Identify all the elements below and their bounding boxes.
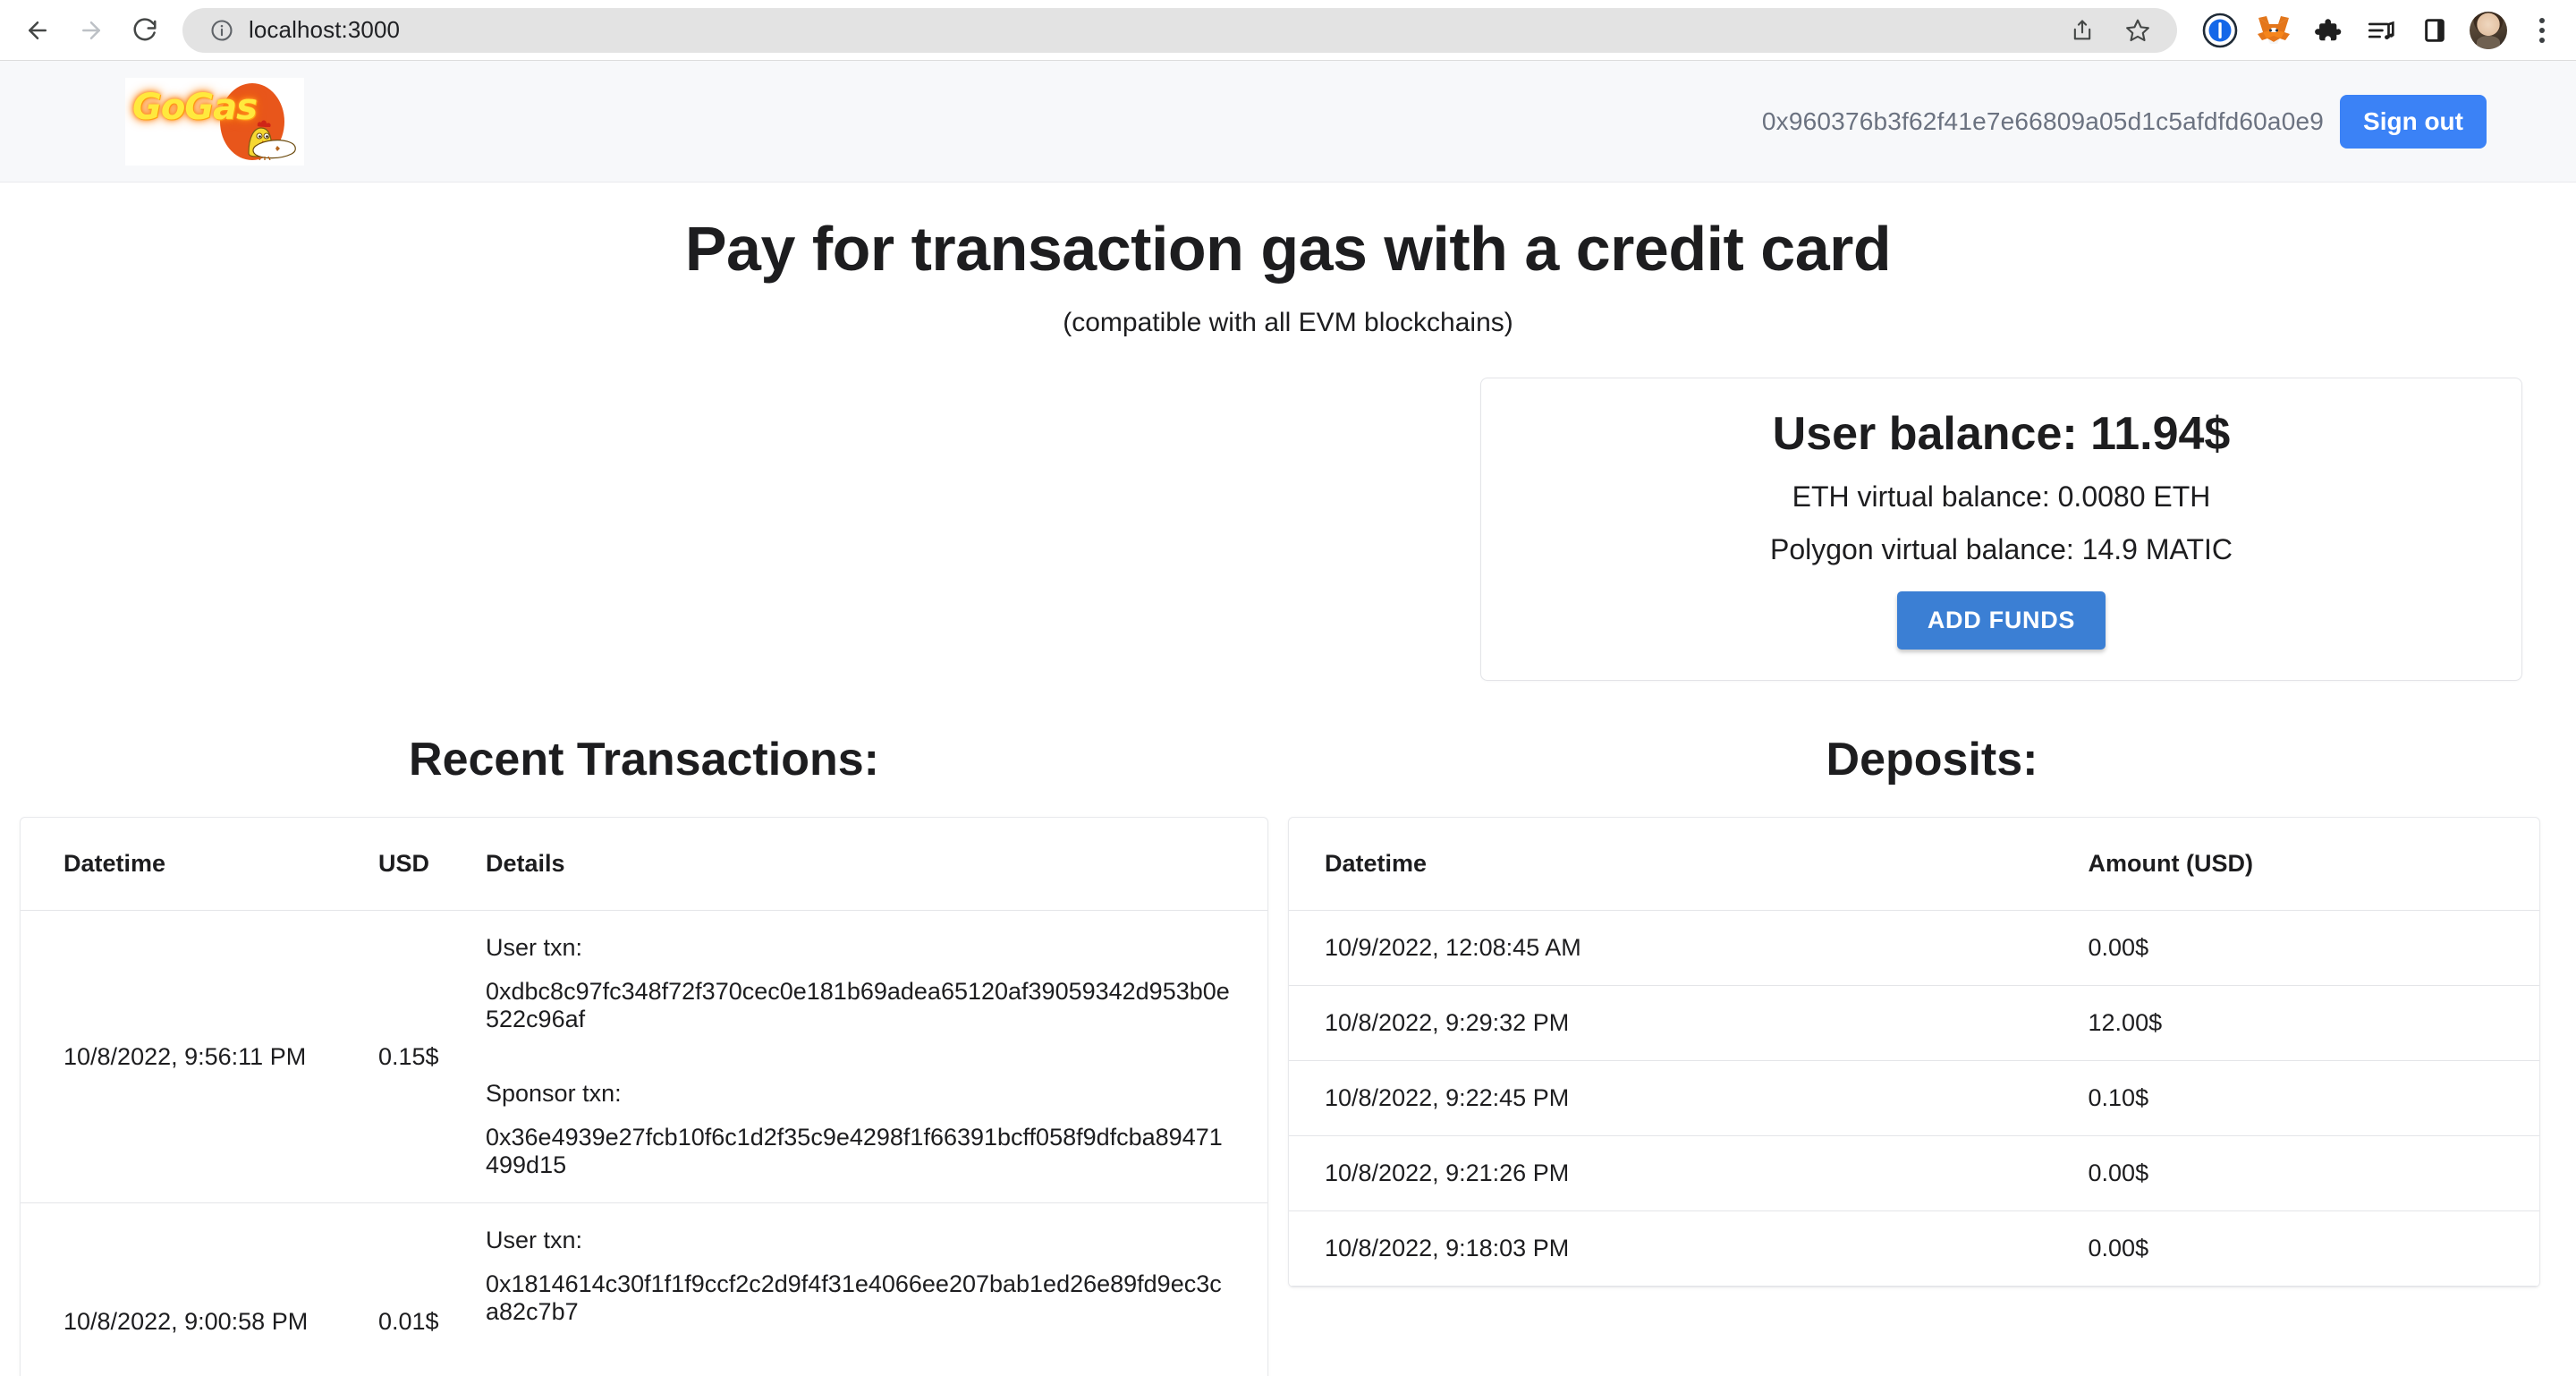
deposits-column: Deposits: Datetime Amount (USD) 10/9/202… — [1288, 733, 2576, 1376]
transactions-col-datetime: Datetime — [21, 818, 378, 911]
sponsor-txn-hash: 0x36e4939e27fcb10f6c1d2f35c9e4298f1f6639… — [486, 1124, 1223, 1178]
omnibox-actions — [2063, 11, 2163, 50]
transaction-usd: 0.01$ — [378, 1202, 486, 1376]
transaction-datetime: 10/8/2022, 9:00:58 PM — [21, 1202, 378, 1376]
transactions-title: Recent Transactions: — [409, 734, 879, 786]
back-button[interactable] — [13, 5, 63, 55]
deposits-title: Deposits: — [1826, 734, 2038, 786]
deposit-amount: 12.00$ — [2088, 985, 2539, 1061]
sponsor-txn-label: Sponsor txn: — [486, 1372, 1232, 1376]
reload-icon — [133, 17, 157, 40]
user-txn-label: User txn: — [486, 1227, 583, 1253]
deposit-amount: 0.10$ — [2088, 1060, 2539, 1136]
deposits-table-card: Datetime Amount (USD) 10/9/2022, 12:08:4… — [1288, 817, 2540, 1287]
sponsor-txn-block: Sponsor txn: 0x36e4939e27fcb10f6c1d2f35c… — [486, 1080, 1232, 1179]
page-title: Pay for transaction gas with a credit ca… — [684, 214, 1892, 284]
add-funds-button[interactable]: ADD FUNDS — [1896, 591, 2106, 650]
extension-icons — [2182, 9, 2563, 52]
transaction-usd: 0.15$ — [378, 910, 486, 1203]
gogas-logo[interactable]: GoGas — [125, 77, 304, 166]
extensions-puzzle-icon[interactable] — [2306, 9, 2349, 52]
transactions-table-card: Datetime USD Details 10/8/2022, 9:56:11 … — [20, 817, 1268, 1376]
user-balance-text: User balance: 11.94$ — [1772, 408, 2231, 460]
page-content: GoGas 0x960376b3f62f41e7e66809a05d1c5afd… — [0, 61, 2576, 1376]
logo-text: GoGas — [132, 86, 258, 128]
transactions-col-details: Details — [486, 818, 1267, 911]
site-header: GoGas 0x960376b3f62f41e7e66809a05d1c5afd… — [0, 61, 2576, 183]
transaction-details: User txn: 0x1814614c30f1f1f9ccf2c2d9f4f3… — [486, 1202, 1267, 1376]
reload-button[interactable] — [120, 5, 170, 55]
deposit-amount: 0.00$ — [2088, 910, 2539, 986]
forward-button[interactable] — [66, 5, 116, 55]
navigation-buttons — [13, 5, 170, 55]
header-right: 0x960376b3f62f41e7e66809a05d1c5afdfd60a0… — [1761, 94, 2487, 149]
transactions-table: Datetime USD Details 10/8/2022, 9:56:11 … — [21, 818, 1267, 1376]
sponsor-txn-block: Sponsor txn: — [486, 1372, 1232, 1376]
deposits-header-row: Datetime Amount (USD) — [1289, 818, 2539, 911]
bookmark-star-icon[interactable] — [2118, 11, 2157, 50]
balance-card: User balance: 11.94$ ETH virtual balance… — [1480, 378, 2522, 681]
chrome-menu-icon[interactable] — [2521, 9, 2563, 52]
metamask-fox-icon[interactable] — [2252, 9, 2295, 52]
deposit-datetime: 10/8/2022, 9:22:45 PM — [1289, 1060, 2089, 1136]
deposits-col-datetime: Datetime — [1289, 818, 2089, 911]
user-txn-hash: 0xdbc8c97fc348f72f370cec0e181b69adea6512… — [486, 978, 1230, 1032]
table-row[interactable]: 10/9/2022, 12:08:45 AM 0.00$ — [1289, 910, 2539, 986]
deposit-amount: 0.00$ — [2088, 1135, 2539, 1211]
polygon-balance-text: Polygon virtual balance: 14.9 MATIC — [1770, 533, 2233, 565]
back-arrow-icon — [29, 21, 47, 39]
media-playlist-icon[interactable] — [2360, 9, 2402, 52]
onepassword-icon[interactable] — [2199, 9, 2241, 52]
table-row[interactable]: 10/8/2022, 9:21:26 PM 0.00$ — [1289, 1135, 2539, 1211]
address-bar-url: localhost:3000 — [249, 16, 401, 43]
profile-avatar-icon[interactable] — [2467, 9, 2510, 52]
transaction-details: User txn: 0xdbc8c97fc348f72f370cec0e181b… — [486, 910, 1267, 1203]
table-row[interactable]: 10/8/2022, 9:22:45 PM 0.10$ — [1289, 1060, 2539, 1136]
avatar — [2470, 11, 2507, 49]
tables-section: Recent Transactions: Datetime USD Detail… — [0, 681, 2576, 1376]
table-row[interactable]: 10/8/2022, 9:56:11 PM 0.15$ User txn: 0x… — [21, 910, 1267, 1203]
browser-toolbar: localhost:3000 — [0, 0, 2576, 61]
side-panel-icon[interactable] — [2413, 9, 2456, 52]
balance-section: User balance: 11.94$ ETH virtual balance… — [0, 338, 2576, 681]
table-row[interactable]: 10/8/2022, 9:00:58 PM 0.01$ User txn: 0x… — [21, 1202, 1267, 1376]
table-row[interactable]: 10/8/2022, 9:29:32 PM 12.00$ — [1289, 985, 2539, 1061]
transactions-column: Recent Transactions: Datetime USD Detail… — [0, 733, 1288, 1376]
deposit-datetime: 10/8/2022, 9:29:32 PM — [1289, 985, 2089, 1061]
deposit-datetime: 10/9/2022, 12:08:45 AM — [1289, 910, 2089, 986]
user-txn-hash: 0x1814614c30f1f1f9ccf2c2d9f4f31e4066ee20… — [486, 1270, 1222, 1325]
transactions-col-usd: USD — [378, 818, 486, 911]
user-txn-block: User txn: 0xdbc8c97fc348f72f370cec0e181b… — [486, 934, 1232, 1033]
sign-out-button[interactable]: Sign out — [2340, 94, 2487, 149]
table-row[interactable]: 10/8/2022, 9:18:03 PM 0.00$ — [1289, 1210, 2539, 1287]
share-icon[interactable] — [2063, 11, 2102, 50]
hero-section: Pay for transaction gas with a credit ca… — [0, 183, 2576, 338]
deposit-datetime: 10/8/2022, 9:21:26 PM — [1289, 1135, 2089, 1211]
user-txn-block: User txn: 0x1814614c30f1f1f9ccf2c2d9f4f3… — [486, 1227, 1232, 1326]
forward-arrow-icon — [82, 21, 100, 39]
deposit-datetime: 10/8/2022, 9:18:03 PM — [1289, 1210, 2089, 1287]
deposits-table: Datetime Amount (USD) 10/9/2022, 12:08:4… — [1289, 818, 2539, 1287]
address-bar[interactable]: localhost:3000 — [182, 7, 2177, 53]
transactions-header-row: Datetime USD Details — [21, 818, 1267, 911]
page-subtitle: (compatible with all EVM blockchains) — [1063, 308, 1513, 337]
deposit-amount: 0.00$ — [2088, 1210, 2539, 1287]
user-txn-label: User txn: — [486, 934, 583, 961]
wallet-address: 0x960376b3f62f41e7e66809a05d1c5afdfd60a0… — [1761, 106, 2325, 135]
site-info-icon[interactable] — [209, 18, 234, 43]
sponsor-txn-label: Sponsor txn: — [486, 1080, 622, 1107]
transaction-datetime: 10/8/2022, 9:56:11 PM — [21, 910, 378, 1203]
eth-balance-text: ETH virtual balance: 0.0080 ETH — [1792, 480, 2211, 513]
deposits-col-amount: Amount (USD) — [2088, 818, 2539, 911]
